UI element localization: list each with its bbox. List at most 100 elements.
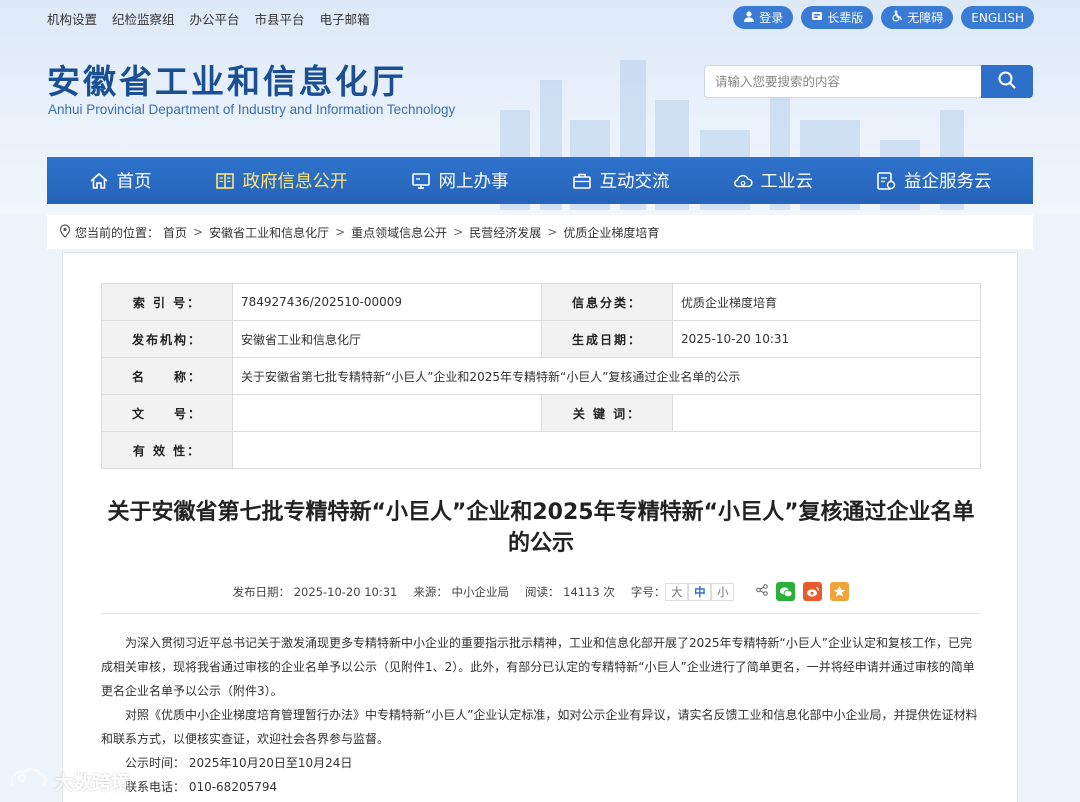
- contact-phone: 联系电话： 010-68205794: [125, 780, 278, 794]
- top-buttons: 登录 长辈版 无障碍 ENGLISH: [733, 6, 1034, 29]
- toplink-county[interactable]: 市县平台: [255, 9, 305, 28]
- font-size-label: 字号：: [630, 584, 666, 599]
- search-input[interactable]: [704, 65, 981, 98]
- publish-date: 发布日期： 2025-10-20 10:31: [232, 584, 398, 599]
- category-value: 优质企业梯度培育: [672, 283, 981, 321]
- validity-value: [232, 431, 981, 469]
- font-size-small-button[interactable]: 小: [711, 582, 735, 601]
- elder-mode-label: 长辈版: [827, 11, 864, 25]
- breadcrumb-separator: >: [335, 225, 346, 239]
- publisher-value: 安徽省工业和信息化厅: [232, 320, 542, 358]
- elder-icon: [811, 10, 823, 25]
- nav-online-service-label: 网上办事: [438, 172, 509, 192]
- toplink-email[interactable]: 电子邮箱: [320, 9, 370, 28]
- location-icon: [59, 223, 71, 241]
- table-row: 有 效 性：: [101, 431, 981, 469]
- cloud-icon: [733, 171, 753, 191]
- breadcrumb-separator: >: [193, 225, 204, 239]
- elder-mode-button[interactable]: 长辈版: [801, 6, 874, 29]
- toplink-office[interactable]: 办公平台: [190, 9, 240, 28]
- login-label: 登录: [759, 11, 784, 25]
- book-icon: [215, 171, 235, 191]
- nav-gov-info-label: 政府信息公开: [242, 172, 348, 192]
- watermark-logo-icon: [8, 766, 48, 797]
- paragraph: 对照《优质中小企业梯度培育管理暂行办法》中专精特新“小巨人”企业认定标准，如对公…: [101, 708, 978, 746]
- publicity-period: 公示时间： 2025年10月20日至10月24日: [125, 756, 353, 770]
- article-container: 索 引 号： 784927436/202510-00009 信息分类： 优质企业…: [62, 252, 1018, 802]
- search-button[interactable]: [981, 65, 1033, 98]
- search-icon: [997, 70, 1017, 94]
- date-label: 生成日期：: [541, 320, 673, 358]
- site-subtitle: Anhui Provincial Department of Industry …: [48, 102, 456, 117]
- font-size-control: 字号： 大 中 小: [630, 582, 735, 601]
- breadcrumb-department[interactable]: 安徽省工业和信息化厅: [209, 224, 329, 241]
- article-body: 为深入贯彻习近平总书记关于激发涌现更多专精特新中小企业的重要指示批示精神，工业和…: [101, 631, 981, 799]
- share-bar: [756, 582, 850, 601]
- table-row: 文 号： 关 键 词：: [101, 394, 981, 432]
- nav-gov-info[interactable]: 政府信息公开: [215, 168, 348, 193]
- english-label: ENGLISH: [971, 10, 1024, 25]
- table-row: 索 引 号： 784927436/202510-00009 信息分类： 优质企业…: [101, 283, 981, 321]
- site-title[interactable]: 安徽省工业和信息化厅: [47, 55, 407, 103]
- weibo-share-icon[interactable]: [803, 582, 823, 601]
- font-size-large-button[interactable]: 大: [665, 582, 689, 601]
- paragraph: 为深入贯彻习近平总书记关于激发涌现更多专精特新中小企业的重要指示批示精神，工业和…: [101, 636, 975, 698]
- watermark: 大数跨境: [8, 766, 130, 797]
- category-label: 信息分类：: [541, 283, 673, 321]
- toplink-discipline[interactable]: 纪检监察组: [112, 9, 175, 28]
- toplink-org[interactable]: 机构设置: [47, 9, 97, 28]
- accessibility-label: 无障碍: [907, 11, 944, 25]
- watermark-text: 大数跨境: [54, 772, 131, 794]
- main-nav: 首页 政府信息公开 网上办事 互动交流 工业云 益企服务云: [47, 157, 1033, 204]
- english-button[interactable]: ENGLISH: [961, 6, 1034, 29]
- nav-online-service[interactable]: 网上办事: [411, 168, 509, 193]
- publisher-label: 发布机构：: [101, 320, 233, 358]
- breadcrumb-prefix: 您当前的位置：: [75, 225, 160, 240]
- nav-interaction-label: 互动交流: [599, 172, 670, 192]
- nav-interaction[interactable]: 互动交流: [572, 168, 670, 193]
- home-icon: [89, 171, 109, 191]
- table-row: 名 称： 关于安徽省第七批专精特新“小巨人”企业和2025年专精特新“小巨人”复…: [101, 357, 981, 395]
- article-title: 关于安徽省第七批专精特新“小巨人”企业和2025年专精特新“小巨人”复核通过企业…: [107, 500, 975, 556]
- index-value: 784927436/202510-00009: [232, 283, 542, 321]
- divider: [101, 613, 981, 614]
- nav-enterprise-service-label: 益企服务云: [904, 172, 992, 192]
- briefcase-icon: [572, 171, 592, 191]
- breadcrumb-separator: >: [547, 225, 558, 239]
- index-label: 索 引 号：: [101, 283, 233, 321]
- search-bar: [704, 65, 1033, 98]
- user-icon: [743, 10, 755, 25]
- nav-home[interactable]: 首页: [89, 168, 152, 193]
- table-row: 发布机构： 安徽省工业和信息化厅 生成日期： 2025-10-20 10:31: [101, 320, 981, 358]
- font-size-medium-button[interactable]: 中: [688, 582, 712, 601]
- breadcrumb-enterprise-cultivation[interactable]: 优质企业梯度培育: [563, 224, 659, 241]
- read-count: 阅读： 14113 次: [525, 584, 615, 599]
- keywords-value: [672, 394, 981, 432]
- article-source: 来源： 中小企业局: [413, 584, 510, 599]
- nav-enterprise-service[interactable]: 益企服务云: [876, 168, 992, 193]
- breadcrumb-separator: >: [453, 225, 464, 239]
- name-label: 名 称：: [101, 357, 233, 395]
- metadata-table: 索 引 号： 784927436/202510-00009 信息分类： 优质企业…: [101, 283, 981, 469]
- nav-home-label: 首页: [116, 172, 152, 192]
- docno-label: 文 号：: [101, 394, 233, 432]
- breadcrumb-key-areas[interactable]: 重点领域信息公开: [351, 224, 447, 241]
- nav-industry-cloud-label: 工业云: [760, 172, 814, 192]
- share-icon: [756, 584, 769, 599]
- service-icon: [876, 171, 896, 191]
- article-info: 发布日期： 2025-10-20 10:31 来源： 中小企业局 阅读： 141…: [101, 582, 981, 601]
- accessibility-button[interactable]: 无障碍: [881, 6, 954, 29]
- docno-value: [232, 394, 542, 432]
- monitor-icon: [411, 171, 431, 191]
- name-value: 关于安徽省第七批专精特新“小巨人”企业和2025年专精特新“小巨人”复核通过企业…: [232, 357, 981, 395]
- wechat-share-icon[interactable]: [776, 582, 796, 601]
- wheelchair-icon: [891, 10, 903, 25]
- favorite-share-icon[interactable]: [830, 582, 850, 601]
- nav-industry-cloud[interactable]: 工业云: [733, 168, 814, 193]
- breadcrumb-home[interactable]: 首页: [163, 224, 187, 241]
- top-links: 机构设置 纪检监察组 办公平台 市县平台 电子邮箱: [47, 9, 385, 28]
- validity-label: 有 效 性：: [101, 431, 233, 469]
- date-value: 2025-10-20 10:31: [672, 320, 981, 358]
- login-button[interactable]: 登录: [733, 6, 794, 29]
- breadcrumb-private-economy[interactable]: 民营经济发展: [469, 224, 541, 241]
